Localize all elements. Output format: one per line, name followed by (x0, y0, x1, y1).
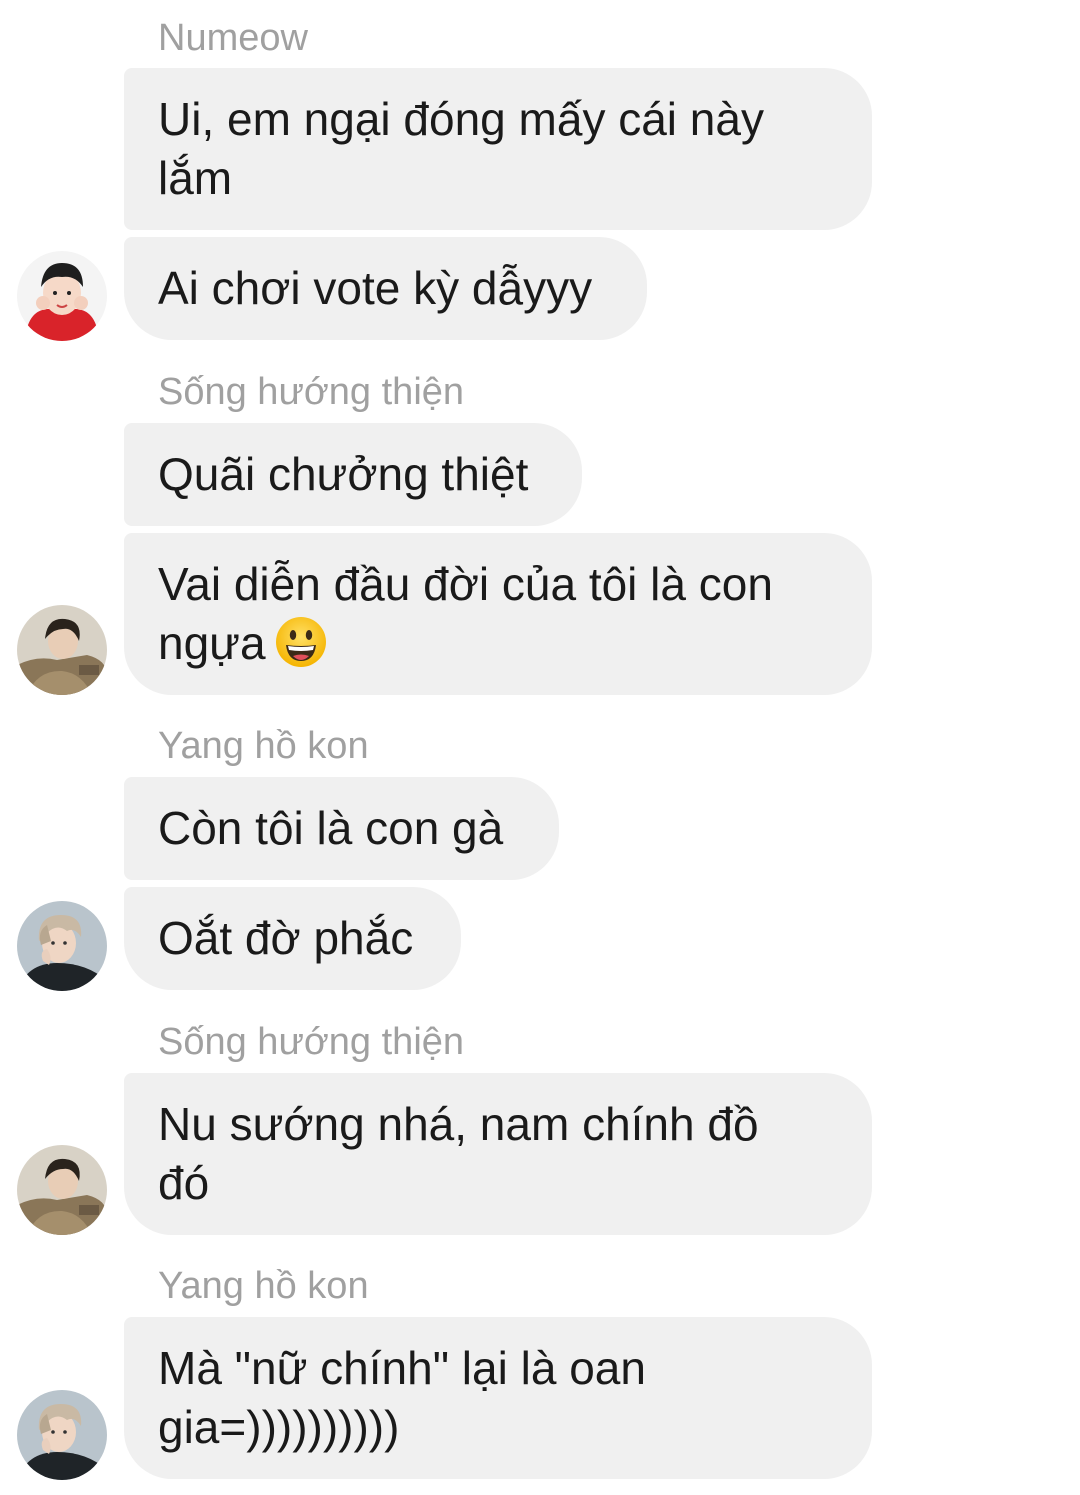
message-bubble[interactable]: Còn tôi là con gà (124, 777, 559, 880)
grinning-face-emoji-icon (275, 617, 326, 667)
avatar[interactable] (17, 1390, 107, 1480)
sender-name: Yang hồ kon (158, 1265, 369, 1307)
avatar-photo-icon (17, 1390, 107, 1480)
avatar[interactable] (17, 251, 107, 341)
avatar[interactable] (17, 901, 107, 991)
message-text: Ui, em ngại đóng mấy cái này lắm (158, 93, 764, 204)
avatar-photo-icon (17, 251, 107, 341)
avatar[interactable] (17, 605, 107, 695)
sender-name: Sống hướng thiện (158, 371, 465, 413)
avatar[interactable] (17, 1145, 107, 1235)
message-text-wrap: Vai diễn đầu đời của tôi là con ngựa (158, 555, 773, 673)
message-bubble[interactable]: Ui, em ngại đóng mấy cái này lắm (124, 68, 872, 230)
sender-name: Yang hồ kon (158, 725, 369, 767)
message-bubble[interactable]: Oắt đờ phắc (124, 887, 461, 990)
message-bubble[interactable]: Ai chơi vote kỳ dẫyyy (124, 237, 647, 340)
message-text: Ai chơi vote kỳ dẫyyy (158, 262, 593, 314)
message-text: Oắt đờ phắc (158, 912, 414, 964)
message-text: Vai diễn đầu đời của tôi là con ngựa (158, 558, 773, 669)
avatar-photo-icon (17, 1145, 107, 1235)
message-text: Quãi chưởng thiệt (158, 448, 529, 500)
message-text: Còn tôi là con gà (158, 802, 504, 854)
message-text: Mà "nữ chính" lại là oan gia=)))))))))) (158, 1342, 646, 1453)
avatar-photo-icon (17, 901, 107, 991)
sender-name: Sống hướng thiện (158, 1021, 465, 1063)
message-text: Nu sướng nhá, nam chính đồ đó (158, 1098, 759, 1209)
message-bubble[interactable]: Vai diễn đầu đời của tôi là con ngựa (124, 533, 872, 695)
message-bubble[interactable]: Quãi chưởng thiệt (124, 423, 582, 526)
message-bubble[interactable]: Nu sướng nhá, nam chính đồ đó (124, 1073, 872, 1235)
sender-name: Numeow (158, 17, 308, 59)
avatar-photo-icon (17, 605, 107, 695)
message-bubble[interactable]: Mà "nữ chính" lại là oan gia=)))))))))) (124, 1317, 872, 1479)
